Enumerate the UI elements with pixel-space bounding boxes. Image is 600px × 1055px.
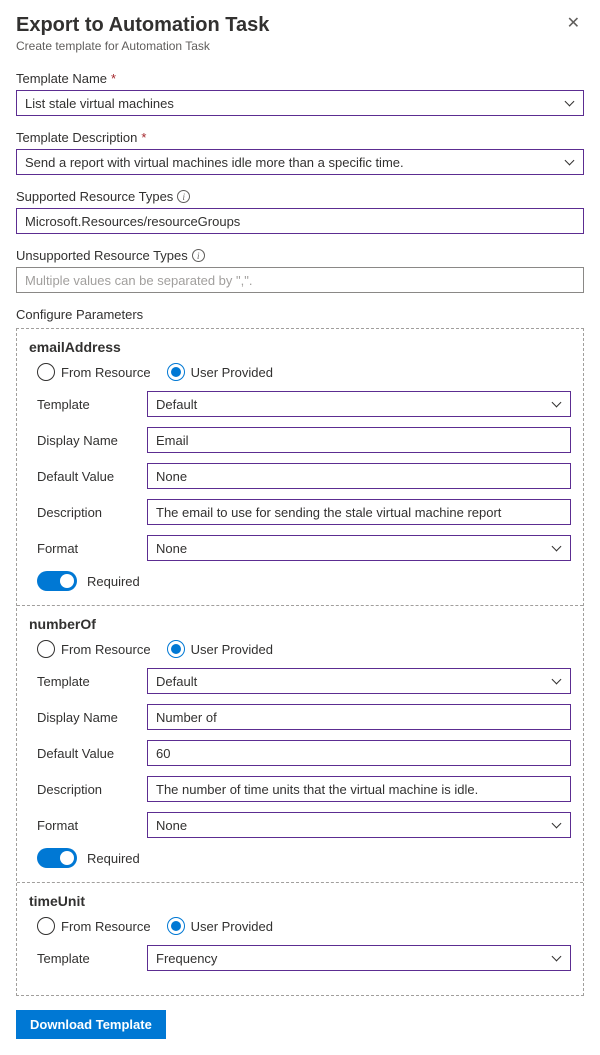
description-row-label: Description <box>37 782 147 797</box>
chevron-down-icon <box>552 820 562 830</box>
from-resource-label: From Resource <box>61 365 151 380</box>
param-display-name-input[interactable]: Email <box>147 427 571 453</box>
dialog-title: Export to Automation Task <box>16 14 269 37</box>
download-template-button[interactable]: Download Template <box>16 1010 166 1039</box>
radio-icon <box>167 917 185 935</box>
template-name-select[interactable]: List stale virtual machines <box>16 90 584 116</box>
param-display-name-input[interactable]: Number of <box>147 704 571 730</box>
radio-icon <box>37 917 55 935</box>
from-resource-radio[interactable]: From Resource <box>37 917 151 935</box>
param-block: timeUnit From Resource User Provided Tem… <box>17 883 583 995</box>
radio-icon <box>37 640 55 658</box>
chevron-down-icon <box>552 676 562 686</box>
param-description-input[interactable]: The number of time units that the virtua… <box>147 776 571 802</box>
from-resource-label: From Resource <box>61 642 151 657</box>
radio-icon <box>37 363 55 381</box>
template-description-select[interactable]: Send a report with virtual machines idle… <box>16 149 584 175</box>
from-resource-radio[interactable]: From Resource <box>37 640 151 658</box>
required-label: Required <box>87 574 140 589</box>
param-template-select[interactable]: Default <box>147 391 571 417</box>
template-description-label: Template Description* <box>16 130 584 145</box>
chevron-down-icon <box>565 98 575 108</box>
from-resource-label: From Resource <box>61 919 151 934</box>
format-row-label: Format <box>37 541 147 556</box>
default-value-row-label: Default Value <box>37 746 147 761</box>
template-row-label: Template <box>37 397 147 412</box>
template-row-label: Template <box>37 951 147 966</box>
info-icon[interactable]: i <box>177 190 190 203</box>
param-block: emailAddress From Resource User Provided… <box>17 329 583 606</box>
info-icon[interactable]: i <box>192 249 205 262</box>
param-default-value-input[interactable]: None <box>147 463 571 489</box>
unsupported-types-input[interactable]: Multiple values can be separated by ",". <box>16 267 584 293</box>
user-provided-radio[interactable]: User Provided <box>167 363 273 381</box>
user-provided-label: User Provided <box>191 365 273 380</box>
param-default-value-input[interactable]: 60 <box>147 740 571 766</box>
param-template-select[interactable]: Default <box>147 668 571 694</box>
chevron-down-icon <box>552 399 562 409</box>
radio-icon <box>167 363 185 381</box>
chevron-down-icon <box>552 953 562 963</box>
display-name-row-label: Display Name <box>37 710 147 725</box>
close-icon[interactable]: ✕ <box>563 14 584 34</box>
unsupported-types-label: Unsupported Resource Types i <box>16 248 584 263</box>
user-provided-radio[interactable]: User Provided <box>167 917 273 935</box>
param-format-select[interactable]: None <box>147 535 571 561</box>
radio-icon <box>167 640 185 658</box>
dialog-subtitle: Create template for Automation Task <box>16 39 269 53</box>
param-name: emailAddress <box>29 339 571 355</box>
user-provided-label: User Provided <box>191 919 273 934</box>
parameters-container: emailAddress From Resource User Provided… <box>16 328 584 996</box>
param-name: timeUnit <box>29 893 571 909</box>
description-row-label: Description <box>37 505 147 520</box>
format-row-label: Format <box>37 818 147 833</box>
required-label: Required <box>87 851 140 866</box>
param-description-input[interactable]: The email to use for sending the stale v… <box>147 499 571 525</box>
required-toggle[interactable] <box>37 571 77 591</box>
param-name: numberOf <box>29 616 571 632</box>
template-name-label: Template Name* <box>16 71 584 86</box>
configure-parameters-label: Configure Parameters <box>16 307 584 322</box>
default-value-row-label: Default Value <box>37 469 147 484</box>
from-resource-radio[interactable]: From Resource <box>37 363 151 381</box>
supported-types-label: Supported Resource Types i <box>16 189 584 204</box>
param-block: numberOf From Resource User Provided Tem… <box>17 606 583 883</box>
param-format-select[interactable]: None <box>147 812 571 838</box>
template-row-label: Template <box>37 674 147 689</box>
user-provided-label: User Provided <box>191 642 273 657</box>
chevron-down-icon <box>565 157 575 167</box>
required-toggle[interactable] <box>37 848 77 868</box>
chevron-down-icon <box>552 543 562 553</box>
supported-types-input[interactable]: Microsoft.Resources/resourceGroups <box>16 208 584 234</box>
param-template-select[interactable]: Frequency <box>147 945 571 971</box>
user-provided-radio[interactable]: User Provided <box>167 640 273 658</box>
display-name-row-label: Display Name <box>37 433 147 448</box>
